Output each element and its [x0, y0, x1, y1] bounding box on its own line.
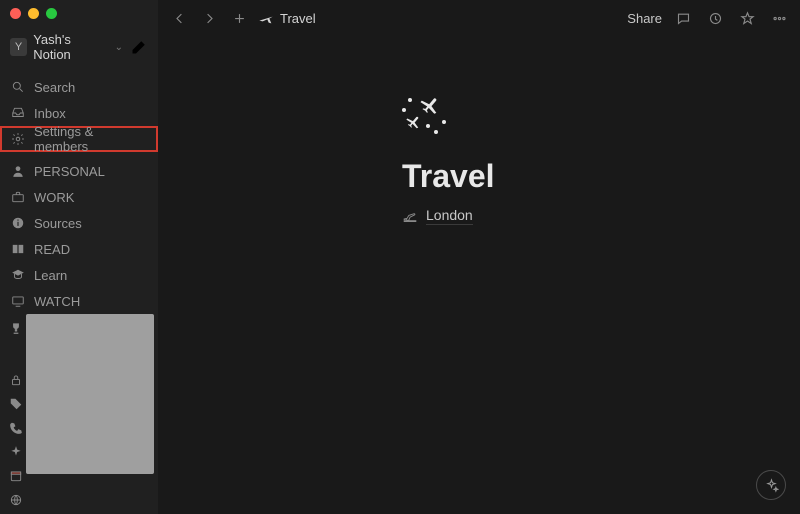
workspace-avatar: Y — [10, 38, 27, 56]
sidebar-page-label: Learn — [34, 268, 67, 283]
minimize-window-dot[interactable] — [28, 8, 39, 19]
sidebar-page-learn[interactable]: Learn — [0, 262, 158, 288]
close-window-dot[interactable] — [10, 8, 21, 19]
breadcrumb-label: Travel — [280, 11, 316, 26]
ai-fab-button[interactable] — [756, 470, 786, 500]
page-title[interactable]: Travel — [402, 158, 800, 195]
sidebar-add-page[interactable]: Add a page — [0, 508, 158, 514]
sidebar-more-icons — [0, 314, 24, 508]
window-traffic-lights — [10, 8, 57, 19]
comments-button[interactable] — [672, 7, 694, 29]
sidebar-page-label: READ — [34, 242, 70, 257]
lock-icon[interactable] — [8, 372, 24, 388]
phone-icon[interactable] — [8, 420, 24, 436]
sidebar-settings-label: Settings & members — [34, 124, 148, 154]
zoom-window-dot[interactable] — [46, 8, 57, 19]
sidebar-inbox-label: Inbox — [34, 106, 66, 121]
person-icon — [10, 163, 26, 179]
sidebar-page-work[interactable]: WORK — [0, 184, 158, 210]
sidebar-page-label: PERSONAL — [34, 164, 105, 179]
workspace-switcher[interactable]: Y Yash's Notion ⌄ — [0, 28, 158, 66]
sidebar-search[interactable]: Search — [0, 74, 158, 100]
search-icon — [10, 79, 26, 95]
workspace-name: Yash's Notion — [33, 32, 108, 62]
subpage-label: London — [426, 207, 473, 225]
topbar: Travel Share — [158, 0, 800, 36]
main-area: Travel Share — [158, 0, 800, 514]
plane-departure-icon — [402, 208, 418, 224]
nav-back-button[interactable] — [168, 7, 190, 29]
sidebar-page-personal[interactable]: PERSONAL — [0, 158, 158, 184]
subpage-link-london[interactable]: London — [402, 207, 800, 225]
breadcrumb[interactable]: Travel — [258, 10, 316, 26]
sidebar-page-read[interactable]: READ — [0, 236, 158, 262]
new-page-button[interactable] — [129, 36, 150, 58]
inbox-icon — [10, 105, 26, 121]
gear-icon — [10, 131, 26, 147]
updates-button[interactable] — [704, 7, 726, 29]
plane-icon — [258, 10, 274, 26]
globe-icon[interactable] — [8, 492, 24, 508]
trophy-icon[interactable] — [8, 320, 24, 336]
sidebar-inbox[interactable]: Inbox — [0, 100, 158, 126]
sidebar-page-sources[interactable]: Sources — [0, 210, 158, 236]
sidebar-page-thumbnail[interactable] — [26, 314, 154, 474]
nav-forward-button[interactable] — [198, 7, 220, 29]
briefcase-icon — [10, 189, 26, 205]
tv-icon — [10, 293, 26, 309]
graduation-icon — [10, 267, 26, 283]
sidebar-page-label: Sources — [34, 216, 82, 231]
sidebar-search-label: Search — [34, 80, 75, 95]
more-button[interactable] — [768, 7, 790, 29]
share-button[interactable]: Share — [627, 11, 662, 26]
page-icon[interactable] — [402, 90, 450, 138]
book-icon — [10, 241, 26, 257]
calendar-mini-icon[interactable] — [8, 468, 24, 484]
page-content: Travel London — [158, 36, 800, 225]
info-icon — [10, 215, 26, 231]
sidebar-page-label: WATCH — [34, 294, 80, 309]
chevron-down-icon: ⌄ — [115, 42, 123, 53]
favorite-button[interactable] — [736, 7, 758, 29]
sparkle-icon[interactable] — [8, 444, 24, 460]
sidebar-page-label: WORK — [34, 190, 74, 205]
new-tab-button[interactable] — [228, 7, 250, 29]
tag-icon[interactable] — [8, 396, 24, 412]
sidebar: Y Yash's Notion ⌄ Search Inbox Settings … — [0, 0, 158, 514]
sidebar-settings-members[interactable]: Settings & members — [0, 126, 158, 152]
sidebar-page-watch[interactable]: WATCH — [0, 288, 158, 314]
